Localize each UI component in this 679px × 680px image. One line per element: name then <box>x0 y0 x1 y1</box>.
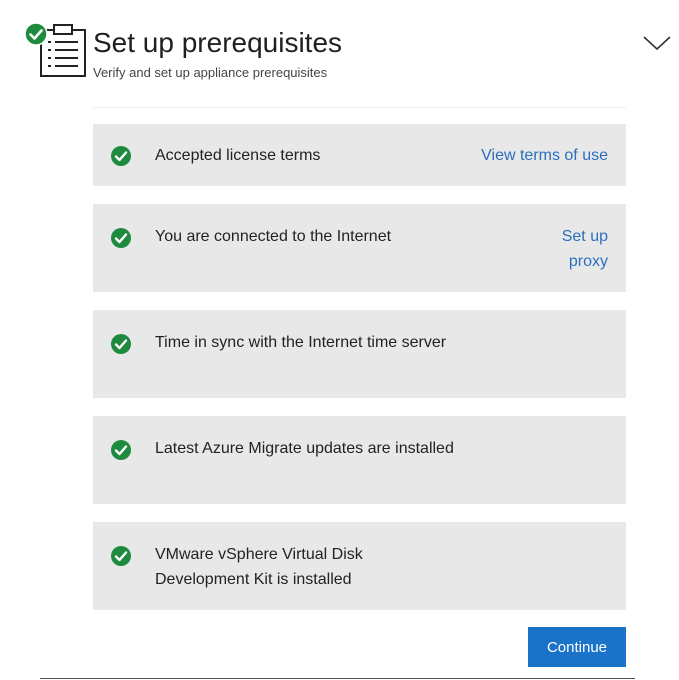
check-circle-icon <box>111 546 131 566</box>
prereq-label: Time in sync with the Internet time serv… <box>155 334 447 351</box>
continue-button[interactable]: Continue <box>528 627 626 667</box>
chevron-down-icon[interactable] <box>642 34 672 52</box>
prereq-label: Accepted license terms <box>155 147 321 164</box>
clipboard-check-icon <box>24 22 86 77</box>
prereq-label: You are connected to the Internet <box>155 228 392 245</box>
prereq-row-license: Accepted license terms View terms of use <box>93 124 626 186</box>
prereq-row-internet: You are connected to the Internet Set up… <box>93 204 626 292</box>
check-circle-icon <box>111 440 131 460</box>
prereq-row-updates: Latest Azure Migrate updates are install… <box>93 416 626 504</box>
check-circle-icon <box>111 146 131 166</box>
page-subtitle: Verify and set up appliance prerequisite… <box>93 65 328 80</box>
prerequisites-list: Accepted license terms View terms of use… <box>93 124 626 628</box>
prereq-row-vddk: VMware vSphere Virtual Disk Development … <box>93 522 626 610</box>
prereq-row-time-sync: Time in sync with the Internet time serv… <box>93 310 626 398</box>
check-circle-icon <box>111 228 131 248</box>
page-title: Set up prerequisites <box>93 27 343 58</box>
prereq-label: VMware vSphere Virtual Disk Development … <box>155 546 363 588</box>
prereq-label: Latest Azure Migrate updates are install… <box>155 440 454 457</box>
footer-divider <box>40 678 635 679</box>
view-terms-link[interactable]: View terms of use <box>481 143 608 168</box>
prerequisites-panel: Set up prerequisites Verify and set up a… <box>0 0 679 680</box>
set-up-proxy-link[interactable]: Set up proxy <box>538 224 608 274</box>
header-divider <box>93 107 626 108</box>
check-circle-icon <box>111 334 131 354</box>
